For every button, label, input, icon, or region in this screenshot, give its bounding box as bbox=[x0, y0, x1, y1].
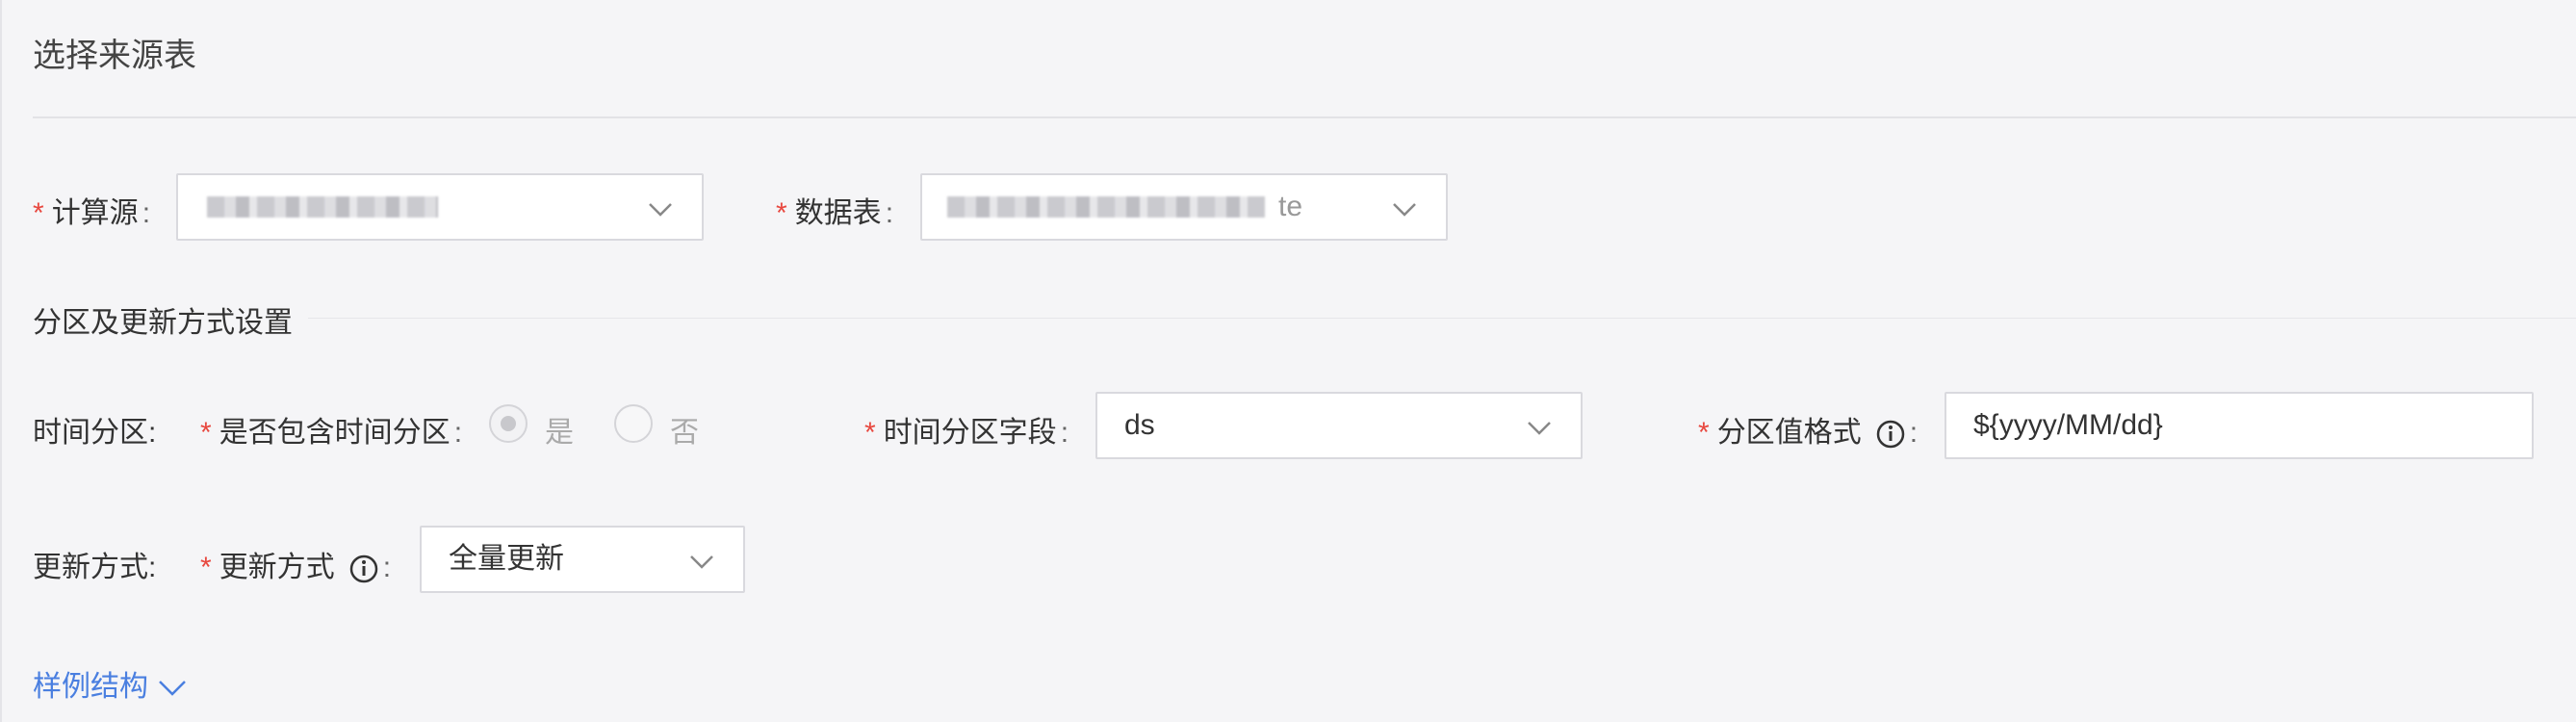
time-partition-row-label: 时间分区: bbox=[33, 417, 157, 449]
radio-selected-dot bbox=[501, 416, 516, 431]
info-circle-icon[interactable] bbox=[1875, 419, 1906, 450]
selected-value: 全量更新 bbox=[449, 543, 564, 575]
required-asterisk: * bbox=[864, 417, 876, 449]
radio-no[interactable] bbox=[614, 404, 653, 443]
compute-source-select[interactable] bbox=[176, 173, 704, 241]
time-partition-field-label: * 时间分区字段: bbox=[864, 417, 1069, 449]
title-divider bbox=[33, 116, 2576, 118]
radio-yes-label: 是 bbox=[545, 417, 574, 449]
update-mode-select[interactable]: 全量更新 bbox=[420, 526, 745, 593]
input-value: ${yyyy/MM/dd} bbox=[1973, 409, 2163, 441]
include-time-partition-label: * 是否包含时间分区: bbox=[200, 417, 463, 449]
redacted-value bbox=[207, 196, 438, 218]
data-table-label: * 数据表: bbox=[776, 197, 894, 229]
page-title: 选择来源表 bbox=[33, 38, 196, 74]
info-circle-icon[interactable] bbox=[348, 554, 379, 584]
redacted-value bbox=[947, 196, 1265, 218]
required-asterisk: * bbox=[200, 417, 212, 449]
data-table-select[interactable]: te bbox=[920, 173, 1448, 241]
chevron-down-icon bbox=[649, 203, 672, 217]
chevron-down-icon bbox=[690, 555, 713, 569]
sample-structure-link[interactable]: 样例结构 bbox=[33, 662, 187, 705]
section-divider bbox=[308, 318, 2576, 319]
chevron-down-icon bbox=[159, 681, 186, 696]
radio-no-label: 否 bbox=[670, 417, 699, 449]
time-partition-field-select[interactable]: ds bbox=[1095, 392, 1583, 459]
compute-source-label: * 计算源: bbox=[33, 197, 151, 229]
partition-section-title: 分区及更新方式设置 bbox=[33, 307, 293, 339]
chevron-down-icon bbox=[1528, 422, 1551, 435]
chevron-down-icon bbox=[1393, 203, 1416, 217]
left-border bbox=[0, 0, 2, 722]
table-name-suffix: te bbox=[1278, 191, 1303, 222]
radio-yes[interactable] bbox=[489, 404, 528, 443]
required-asterisk: * bbox=[200, 552, 212, 583]
required-asterisk: * bbox=[33, 197, 44, 229]
partition-format-label: * 分区值格式: bbox=[1698, 417, 1919, 450]
update-row-label: 更新方式: bbox=[33, 552, 157, 583]
required-asterisk: * bbox=[776, 197, 787, 229]
selected-value: ds bbox=[1124, 409, 1155, 441]
partition-format-input[interactable]: ${yyyy/MM/dd} bbox=[1945, 392, 2534, 459]
required-asterisk: * bbox=[1698, 417, 1710, 449]
update-mode-label: * 更新方式: bbox=[200, 552, 392, 584]
